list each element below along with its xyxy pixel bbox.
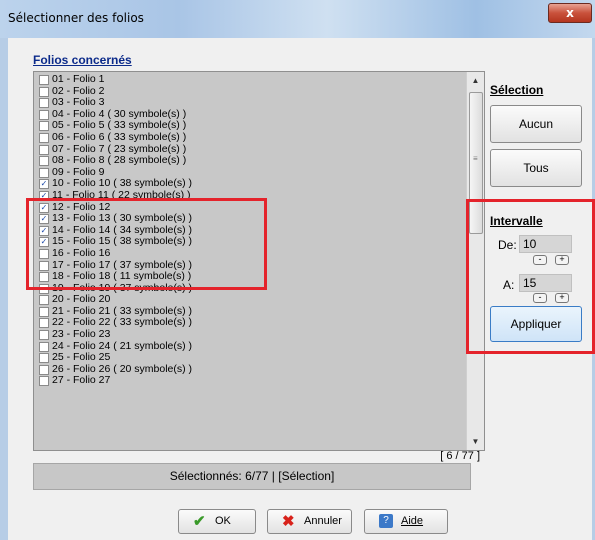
folio-checkbox[interactable] [39, 167, 49, 178]
folio-checkbox[interactable] [39, 75, 49, 85]
help-button[interactable]: ? Aide [364, 509, 448, 534]
checkmark-icon: ✔ [193, 513, 206, 530]
list-item[interactable]: 06 - Folio 6 ( 33 symbole(s) ) [34, 132, 464, 144]
list-item[interactable]: ✓ 10 - Folio 10 ( 38 symbole(s) ) [34, 178, 464, 190]
ok-button[interactable]: ✔ OK [178, 509, 256, 534]
cross-icon: ✖ [282, 513, 295, 530]
list-item[interactable]: 24 - Folio 24 ( 21 symbole(s) ) [34, 341, 464, 353]
highlight-box-interval [466, 199, 595, 354]
folio-checkbox[interactable] [39, 306, 49, 317]
cancel-button[interactable]: ✖ Annuler [267, 509, 352, 534]
folios-section-label: Folios concernés [33, 53, 132, 67]
cancel-button-label: Annuler [304, 515, 342, 527]
folio-label: 21 - Folio 21 ( 33 symbole(s) ) [52, 305, 193, 317]
ok-button-label: OK [215, 515, 231, 527]
list-item[interactable]: 04 - Folio 4 ( 30 symbole(s) ) [34, 109, 464, 121]
title-bar[interactable]: Sélectionner des folios x [0, 0, 595, 38]
folio-checkbox[interactable] [39, 109, 49, 120]
help-button-label: Aide [401, 515, 424, 527]
list-item[interactable]: 21 - Folio 21 ( 33 symbole(s) ) [34, 306, 464, 318]
folio-checkbox[interactable] [39, 98, 49, 109]
folio-checkbox[interactable] [39, 341, 49, 352]
folio-checkbox[interactable] [39, 295, 49, 306]
list-item[interactable]: 02 - Folio 2 [34, 86, 464, 98]
folio-label: 03 - Folio 3 [52, 97, 105, 109]
window-frame-left [0, 38, 8, 540]
folio-label: 05 - Folio 5 ( 33 symbole(s) ) [52, 120, 187, 132]
select-none-button[interactable]: Aucun [490, 105, 582, 143]
folio-label: 08 - Folio 8 ( 28 symbole(s) ) [52, 155, 187, 167]
close-button[interactable]: x [548, 3, 592, 23]
list-item[interactable]: 25 - Folio 25 [34, 352, 464, 364]
grip-icon: ≡ [473, 154, 478, 163]
selection-section-label: Sélection [490, 83, 544, 97]
folio-label: 26 - Folio 26 ( 20 symbole(s) ) [52, 363, 193, 375]
close-icon: x [566, 6, 574, 20]
folio-label: 23 - Folio 23 [52, 329, 111, 341]
list-item[interactable]: 09 - Folio 9 [34, 167, 464, 179]
list-item[interactable]: 05 - Folio 5 ( 33 symbole(s) ) [34, 120, 464, 132]
folio-checkbox[interactable] [39, 132, 49, 143]
folio-label: 04 - Folio 4 ( 30 symbole(s) ) [52, 108, 187, 120]
list-item[interactable]: 01 - Folio 1 [34, 74, 464, 86]
folio-label: 24 - Folio 24 ( 21 symbole(s) ) [52, 340, 193, 352]
list-item[interactable]: 26 - Folio 26 ( 20 symbole(s) ) [34, 364, 464, 376]
scroll-down-arrow-icon[interactable]: ▼ [467, 433, 484, 450]
folio-label: 27 - Folio 27 [52, 375, 111, 387]
folio-checkbox[interactable]: ✓ [39, 179, 49, 190]
folio-checkbox[interactable] [39, 86, 49, 97]
select-all-button[interactable]: Tous [490, 149, 582, 187]
folio-checkbox[interactable] [39, 376, 49, 387]
folio-label: 20 - Folio 20 [52, 294, 111, 306]
list-item[interactable]: 22 - Folio 22 ( 33 symbole(s) ) [34, 317, 464, 329]
folio-label: 10 - Folio 10 ( 38 symbole(s) ) [52, 178, 193, 190]
folio-label: 09 - Folio 9 [52, 166, 105, 178]
folio-checkbox[interactable] [39, 330, 49, 341]
status-bar: Sélectionnés: 6/77 | [Sélection] [33, 463, 471, 490]
list-item[interactable]: 03 - Folio 3 [34, 97, 464, 109]
folio-checkbox[interactable] [39, 364, 49, 375]
selection-counter: [ 6 / 77 ] [440, 450, 480, 462]
list-item[interactable]: 23 - Folio 23 [34, 329, 464, 341]
help-icon: ? [379, 514, 393, 528]
window-title: Sélectionner des folios [8, 11, 144, 25]
scroll-up-arrow-icon[interactable]: ▲ [467, 72, 484, 89]
folio-label: 25 - Folio 25 [52, 352, 111, 364]
folio-checkbox[interactable] [39, 121, 49, 132]
folio-checkbox[interactable] [39, 144, 49, 155]
folio-checkbox[interactable] [39, 318, 49, 329]
folio-label: 06 - Folio 6 ( 33 symbole(s) ) [52, 131, 187, 143]
list-item[interactable]: 27 - Folio 27 [34, 375, 464, 387]
folio-label: 07 - Folio 7 ( 23 symbole(s) ) [52, 143, 187, 155]
folio-checkbox[interactable] [39, 156, 49, 167]
list-item[interactable]: 08 - Folio 8 ( 28 symbole(s) ) [34, 155, 464, 167]
highlight-box-selected-folios [26, 198, 267, 290]
folio-label: 02 - Folio 2 [52, 85, 105, 97]
list-item[interactable]: 07 - Folio 7 ( 23 symbole(s) ) [34, 144, 464, 156]
list-item[interactable]: 20 - Folio 20 [34, 294, 464, 306]
folio-label: 01 - Folio 1 [52, 74, 105, 85]
folio-checkbox[interactable] [39, 353, 49, 364]
folio-label: 22 - Folio 22 ( 33 symbole(s) ) [52, 317, 193, 329]
